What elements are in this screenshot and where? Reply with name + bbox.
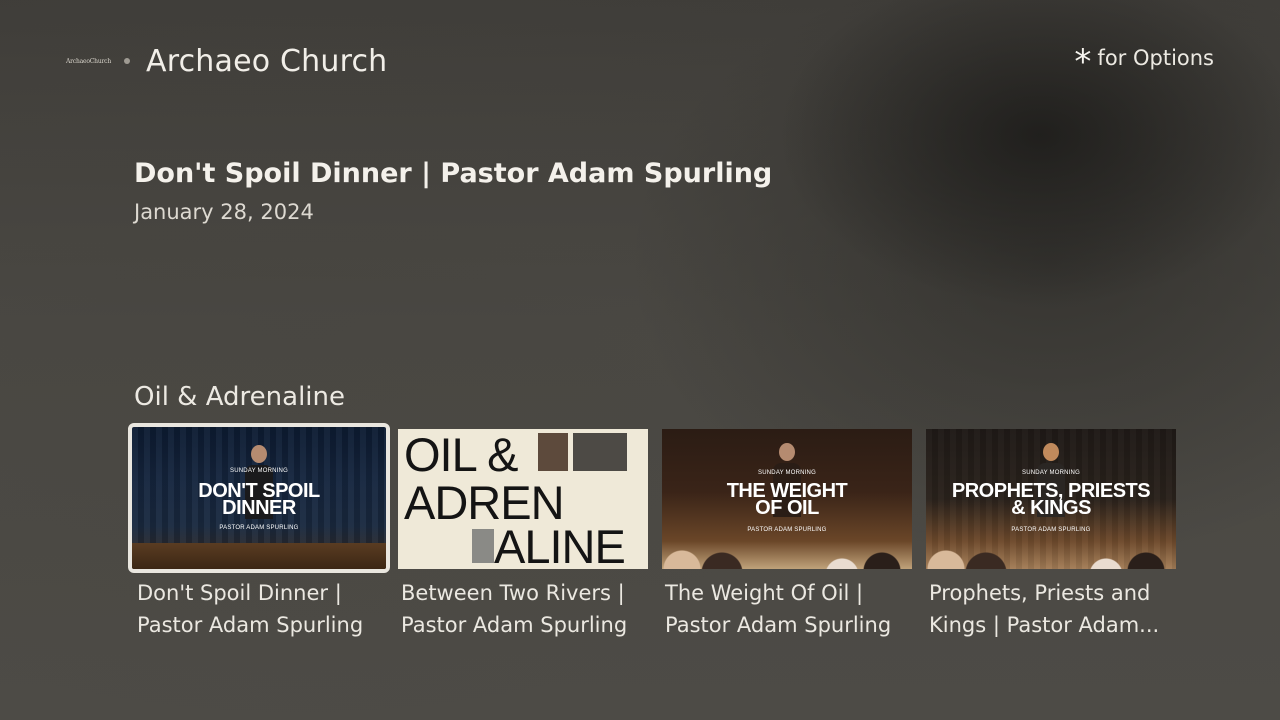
episode-thumbnail: SUNDAY MORNING PROPHETS, PRIESTS & KINGS… bbox=[926, 429, 1176, 569]
options-hint: * for Options bbox=[1074, 42, 1214, 82]
episode-card-label: Don't Spoil Dinner | Pastor Adam Spurlin… bbox=[137, 581, 364, 637]
thumbnail-speaker: PASTOR ADAM SPURLING bbox=[1011, 527, 1091, 533]
channel-title: Archaeo Church bbox=[146, 43, 388, 79]
thumbnail-title: PROPHETS, PRIESTS & KINGS bbox=[951, 480, 1151, 519]
thumbnail-title: DON'T SPOIL DINNER bbox=[198, 480, 320, 519]
thumbnail-photo bbox=[472, 529, 494, 563]
episode-card[interactable]: SUNDAY MORNING DON'T SPOIL DINNER PASTOR… bbox=[128, 423, 390, 641]
options-text: for Options bbox=[1097, 46, 1214, 70]
episode-thumbnail: SUNDAY MORNING DON'T SPOIL DINNER PASTOR… bbox=[128, 423, 390, 573]
episode-card-label: The Weight Of Oil | Pastor Adam Spurling bbox=[665, 581, 892, 637]
thumbnail-line: ALINE bbox=[494, 520, 626, 569]
episode-thumbnail: OIL & ADREN ALINE bbox=[398, 429, 648, 569]
thumbnail-photo bbox=[538, 433, 568, 471]
episode-row: SUNDAY MORNING DON'T SPOIL DINNER PASTOR… bbox=[128, 423, 1190, 641]
episode-card[interactable]: OIL & ADREN ALINE Between Two Rivers | P… bbox=[398, 429, 648, 641]
thumbnail-line: ADREN bbox=[404, 476, 565, 529]
thumbnail-line: OIL & bbox=[404, 429, 518, 481]
channel-logo: ArchaeoChurch bbox=[66, 57, 111, 65]
thumbnail-speaker: PASTOR ADAM SPURLING bbox=[747, 527, 827, 533]
thumbnail-kicker: SUNDAY MORNING bbox=[758, 470, 816, 476]
row-title: Oil & Adrenaline bbox=[134, 382, 345, 412]
episode-card[interactable]: SUNDAY MORNING PROPHETS, PRIESTS & KINGS… bbox=[926, 429, 1176, 641]
episode-title: Don't Spoil Dinner | Pastor Adam Spurlin… bbox=[134, 158, 773, 189]
header: ArchaeoChurch Archaeo Church bbox=[66, 38, 387, 84]
episode-date: January 28, 2024 bbox=[134, 200, 314, 224]
episode-card-label: Prophets, Priests and Kings | Pastor Ada… bbox=[929, 581, 1160, 637]
thumbnail-speaker: PASTOR ADAM SPURLING bbox=[219, 525, 299, 531]
episode-card-label: Between Two Rivers | Pastor Adam Spurlin… bbox=[401, 581, 628, 637]
thumbnail-kicker: SUNDAY MORNING bbox=[1022, 470, 1080, 476]
separator-dot bbox=[124, 58, 130, 64]
asterisk-icon: * bbox=[1074, 42, 1092, 82]
thumbnail-kicker: SUNDAY MORNING bbox=[230, 468, 288, 474]
episode-card[interactable]: SUNDAY MORNING THE WEIGHT OF OIL PASTOR … bbox=[662, 429, 912, 641]
thumbnail-title: THE WEIGHT OF OIL bbox=[726, 480, 848, 519]
episode-thumbnail: SUNDAY MORNING THE WEIGHT OF OIL PASTOR … bbox=[662, 429, 912, 569]
thumbnail-photo bbox=[573, 433, 627, 471]
